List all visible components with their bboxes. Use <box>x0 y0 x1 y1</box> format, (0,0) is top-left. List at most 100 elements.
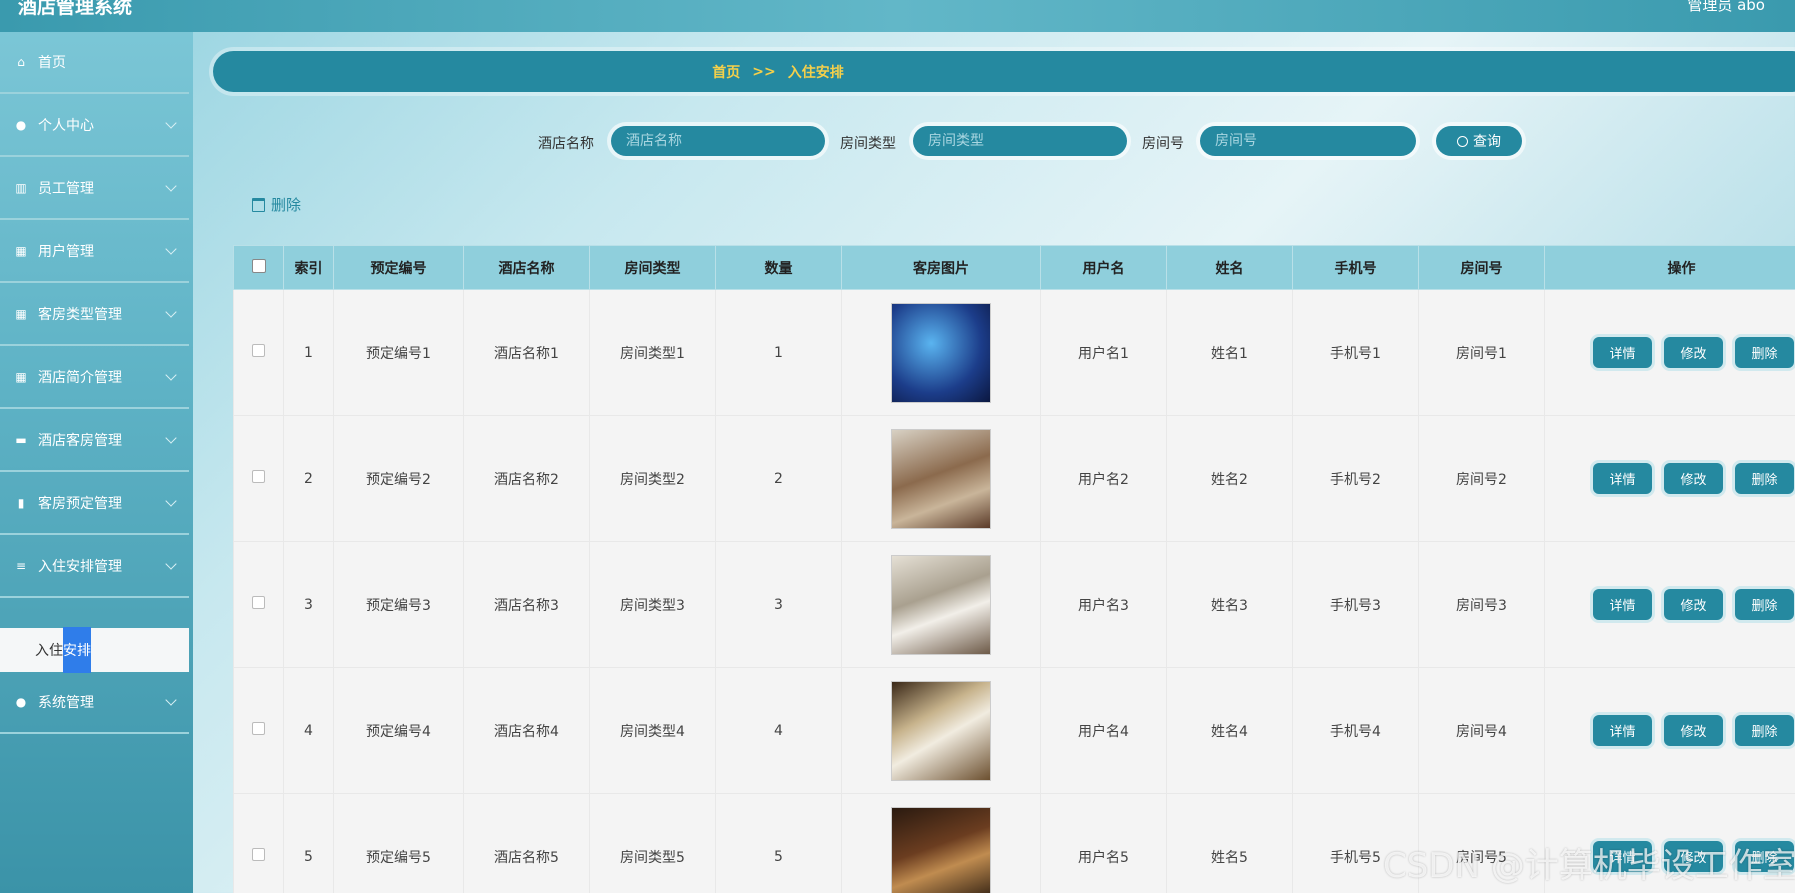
cell-room-no: 房间号2 <box>1418 415 1545 542</box>
detail-button[interactable]: 详情 <box>1593 463 1652 494</box>
breadcrumb-home[interactable]: 首页 <box>712 62 740 82</box>
delete-button[interactable]: 删除 <box>1735 337 1794 368</box>
cell-booking-no: 预定编号5 <box>333 793 464 893</box>
row-checkbox[interactable] <box>252 596 265 609</box>
cell-qty: 4 <box>715 667 842 794</box>
bars-icon: ▥ <box>15 181 27 195</box>
edit-button[interactable]: 修改 <box>1664 337 1723 368</box>
column-header: 用户名 <box>1040 245 1167 290</box>
sidebar-item-hotel-intro[interactable]: ▦ 酒店简介管理 <box>0 347 189 409</box>
cell-name: 姓名5 <box>1166 793 1293 893</box>
hotel-name-input[interactable] <box>611 126 825 156</box>
breadcrumb-current: 入住安排 <box>787 64 844 81</box>
sidebar-item-system[interactable]: ● 系统管理 <box>0 672 189 734</box>
delete-button[interactable]: 删除 <box>1735 463 1794 494</box>
sidebar-item-hotel-rooms[interactable]: ▬ 酒店客房管理 <box>0 410 189 472</box>
top-bar: 酒店管理系统 管理员 abo <box>0 0 1795 32</box>
cell-index: 2 <box>283 415 334 542</box>
cell-qty: 2 <box>715 415 842 542</box>
user-label[interactable]: 管理员 abo <box>1687 0 1765 15</box>
room-image[interactable] <box>891 806 991 893</box>
delete-button[interactable]: 删除 <box>1735 589 1794 620</box>
detail-button[interactable]: 详情 <box>1593 589 1652 620</box>
cell-room-type: 房间类型5 <box>589 793 716 893</box>
select-all-cell[interactable] <box>233 245 284 290</box>
cell-booking-no: 预定编号2 <box>333 415 464 542</box>
row-checkbox[interactable] <box>252 848 265 861</box>
chevron-down-icon <box>165 558 177 570</box>
sidebar-item-label: 个人中心 <box>38 118 94 134</box>
column-header: 预定编号 <box>333 245 464 290</box>
sidebar-item-staff[interactable]: ▥ 员工管理 <box>0 158 189 220</box>
row-checkbox[interactable] <box>252 344 265 357</box>
cell-hotel: 酒店名称2 <box>463 415 590 542</box>
cell-index: 5 <box>283 793 334 893</box>
column-header: 操作 <box>1544 245 1795 290</box>
cell-booking-no: 预定编号1 <box>333 289 464 416</box>
room-image[interactable] <box>891 302 991 403</box>
user-icon: ● <box>15 118 27 132</box>
sidebar-item-label: 用户管理 <box>38 244 94 260</box>
subitem-label-highlight: 安排 <box>63 627 91 673</box>
chevron-down-icon <box>165 432 177 444</box>
delete-button[interactable]: 删除 <box>1735 715 1794 746</box>
room-number-input[interactable] <box>1200 126 1416 156</box>
table-row: 2 预定编号2 酒店名称2 房间类型2 2 用户名2 姓名2 手机号2 房间号2… <box>233 415 1795 542</box>
column-header: 数量 <box>715 245 842 290</box>
sidebar-item-label: 客房类型管理 <box>38 307 122 323</box>
select-all-checkbox[interactable] <box>251 258 266 273</box>
column-header: 姓名 <box>1166 245 1293 290</box>
search-button[interactable]: 查询 <box>1436 126 1522 156</box>
chevron-down-icon <box>165 306 177 318</box>
cell-room-no: 房间号1 <box>1418 289 1545 416</box>
sidebar-item-profile[interactable]: ● 个人中心 <box>0 95 189 157</box>
room-image[interactable] <box>891 554 991 655</box>
sidebar-item-home[interactable]: ⌂ 首页 <box>0 32 189 94</box>
sidebar-item-room-types[interactable]: ▦ 客房类型管理 <box>0 284 189 346</box>
table-row: 1 预定编号1 酒店名称1 房间类型1 1 用户名1 姓名1 手机号1 房间号1… <box>233 289 1795 416</box>
chevron-down-icon <box>165 243 177 255</box>
sidebar-item-checkin[interactable]: ≡ 入住安排管理 <box>0 536 189 598</box>
table-row: 4 预定编号4 酒店名称4 房间类型4 4 用户名4 姓名4 手机号4 房间号4… <box>233 667 1795 794</box>
chevron-down-icon <box>165 180 177 192</box>
cell-username: 用户名1 <box>1040 289 1167 416</box>
chevron-down-icon <box>165 495 177 507</box>
batch-delete-label: 删除 <box>271 196 302 214</box>
cell-username: 用户名2 <box>1040 415 1167 542</box>
edit-button[interactable]: 修改 <box>1664 589 1723 620</box>
cell-username: 用户名4 <box>1040 667 1167 794</box>
sidebar-item-users[interactable]: ▦ 用户管理 <box>0 221 189 283</box>
cell-name: 姓名4 <box>1166 667 1293 794</box>
room-image[interactable] <box>891 680 991 781</box>
table-header-row: 索引 预定编号 酒店名称 房间类型 数量 客房图片 用户名 姓名 手机号 房间号… <box>233 245 1795 290</box>
edit-button[interactable]: 修改 <box>1664 715 1723 746</box>
row-checkbox[interactable] <box>252 722 265 735</box>
subitem-label-prefix: 入住 <box>35 643 63 659</box>
room-type-input[interactable] <box>913 126 1127 156</box>
sidebar-item-bookings[interactable]: ▮ 客房预定管理 <box>0 473 189 535</box>
breadcrumb-separator: >> <box>752 63 776 80</box>
cell-room-type: 房间类型1 <box>589 289 716 416</box>
cell-index: 4 <box>283 667 334 794</box>
detail-button[interactable]: 详情 <box>1593 715 1652 746</box>
cell-hotel: 酒店名称1 <box>463 289 590 416</box>
sidebar-subitem-checkin-arrangement[interactable]: 入住 安排 <box>0 627 189 673</box>
sidebar-item-label: 客房预定管理 <box>38 496 122 512</box>
batch-delete-button[interactable]: 删除 <box>252 194 301 215</box>
cell-phone: 手机号2 <box>1292 415 1419 542</box>
room-image[interactable] <box>891 428 991 529</box>
row-checkbox[interactable] <box>252 470 265 483</box>
cell-index: 3 <box>283 541 334 668</box>
room-type-label: 房间类型 <box>840 136 896 152</box>
edit-button[interactable]: 修改 <box>1664 463 1723 494</box>
grid-icon: ▦ <box>15 307 27 321</box>
column-header: 酒店名称 <box>463 245 590 290</box>
sidebar-item-label: 首页 <box>38 55 66 71</box>
column-header: 房间号 <box>1418 245 1545 290</box>
cell-username: 用户名3 <box>1040 541 1167 668</box>
cell-room-no: 房间号4 <box>1418 667 1545 794</box>
sidebar-item-label: 入住安排管理 <box>38 559 122 575</box>
cell-phone: 手机号4 <box>1292 667 1419 794</box>
detail-button[interactable]: 详情 <box>1593 337 1652 368</box>
chevron-down-icon <box>165 369 177 381</box>
